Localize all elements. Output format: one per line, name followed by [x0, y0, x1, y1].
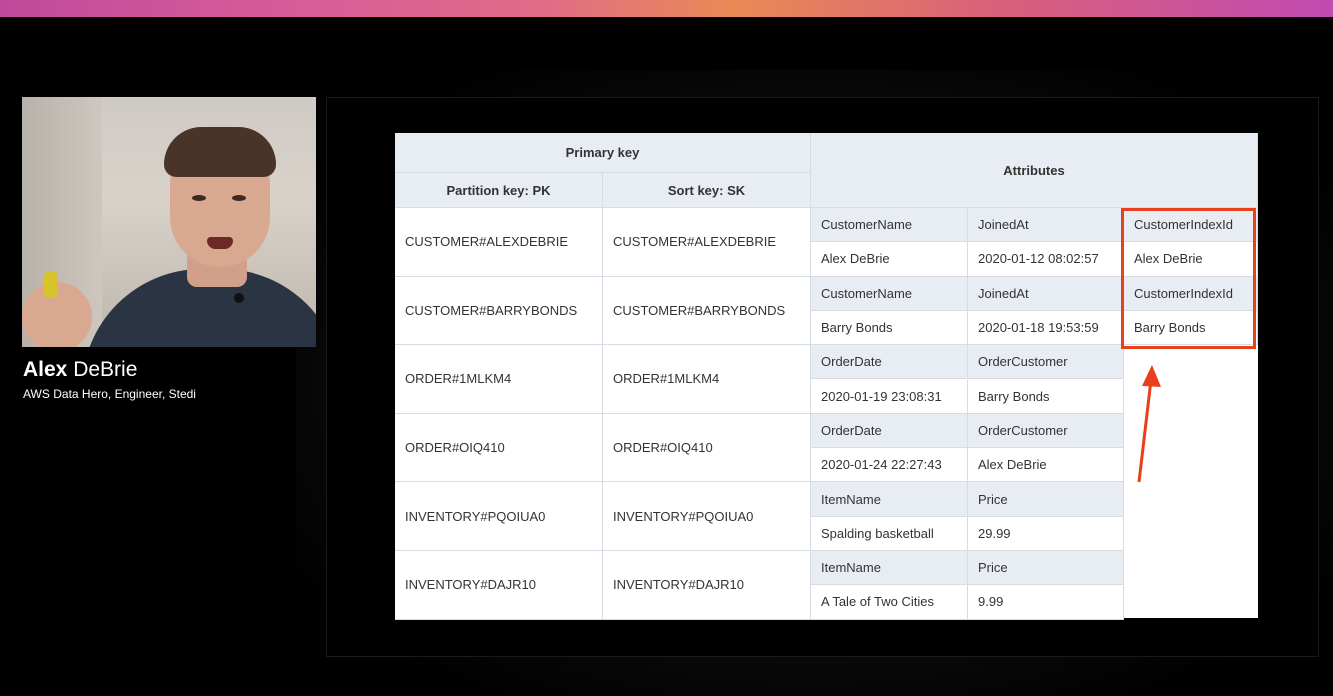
sort-key-cell: ORDER#1MLKM4	[603, 345, 811, 414]
attribute-value-cell: 2020-01-18 19:53:59	[968, 310, 1124, 346]
attribute-name-cell: ItemName	[811, 551, 968, 586]
presentation-clicker	[44, 272, 58, 298]
attribute-name-cell: ItemName	[811, 482, 968, 517]
attribute-name-cell: JoinedAt	[968, 276, 1124, 311]
attribute-value-cell: 9.99	[968, 585, 1124, 620]
attribute-name-cell: Price	[968, 551, 1124, 586]
sort-key-cell: CUSTOMER#BARRYBONDS	[603, 276, 811, 346]
partition-key-cell: CUSTOMER#BARRYBONDS	[395, 276, 603, 346]
red-arrow-icon	[1137, 365, 1161, 483]
attribute-value-cell: A Tale of Two Cities	[811, 585, 968, 620]
header-primary-key: Primary key	[395, 133, 811, 173]
highlight-box	[1121, 208, 1256, 349]
speaker-hair	[164, 127, 276, 177]
speaker-video	[22, 97, 316, 347]
attribute-value-cell: Alex DeBrie	[811, 242, 968, 277]
attribute-value-cell: Alex DeBrie	[968, 448, 1124, 483]
attribute-name-cell: OrderDate	[811, 345, 968, 380]
partition-key-cell: ORDER#1MLKM4	[395, 345, 603, 414]
speaker-last-name: DeBrie	[73, 358, 138, 381]
sort-key-cell: ORDER#OIQ410	[603, 413, 811, 483]
attribute-value-cell: Barry Bonds	[811, 310, 968, 346]
lapel-mic-icon	[234, 293, 244, 303]
attribute-name-cell: CustomerName	[811, 276, 968, 311]
dynamodb-table: Primary key Partition key: PK Sort key: …	[395, 133, 1258, 620]
header-partition-key: Partition key: PK	[395, 173, 603, 208]
attribute-name-cell: CustomerName	[811, 208, 968, 243]
partition-key-cell: CUSTOMER#ALEXDEBRIE	[395, 208, 603, 277]
sort-key-cell: INVENTORY#DAJR10	[603, 551, 811, 620]
attribute-value-cell: 2020-01-19 23:08:31	[811, 379, 968, 414]
attribute-name-cell: JoinedAt	[968, 208, 1124, 243]
attribute-name-cell: OrderCustomer	[968, 413, 1124, 449]
attribute-value-cell: Spalding basketball	[811, 516, 968, 551]
partition-key-cell: INVENTORY#PQOIUA0	[395, 482, 603, 551]
attribute-value-cell: 2020-01-12 08:02:57	[968, 242, 1124, 277]
partition-key-cell: INVENTORY#DAJR10	[395, 551, 603, 620]
speaker-eye-right	[232, 195, 246, 201]
partition-key-cell: ORDER#OIQ410	[395, 413, 603, 483]
attribute-value-cell: 29.99	[968, 516, 1124, 551]
sort-key-cell: CUSTOMER#ALEXDEBRIE	[603, 208, 811, 277]
sort-key-cell: INVENTORY#PQOIUA0	[603, 482, 811, 551]
speaker-first-name: Alex	[23, 358, 68, 381]
header-sort-key: Sort key: SK	[603, 173, 811, 208]
speaker-mouth	[207, 237, 233, 249]
attribute-name-cell: Price	[968, 482, 1124, 517]
attribute-value-cell: Barry Bonds	[968, 379, 1124, 414]
attribute-name-cell: OrderDate	[811, 413, 968, 449]
speaker-name: Alex DeBrie	[23, 357, 137, 383]
top-accent-bar	[0, 0, 1333, 17]
speaker-eye-left	[192, 195, 206, 201]
speaker-title: AWS Data Hero, Engineer, Stedi	[23, 387, 196, 401]
attribute-value-cell: 2020-01-24 22:27:43	[811, 448, 968, 483]
attribute-name-cell: OrderCustomer	[968, 345, 1124, 380]
header-attributes: Attributes	[811, 133, 1258, 208]
